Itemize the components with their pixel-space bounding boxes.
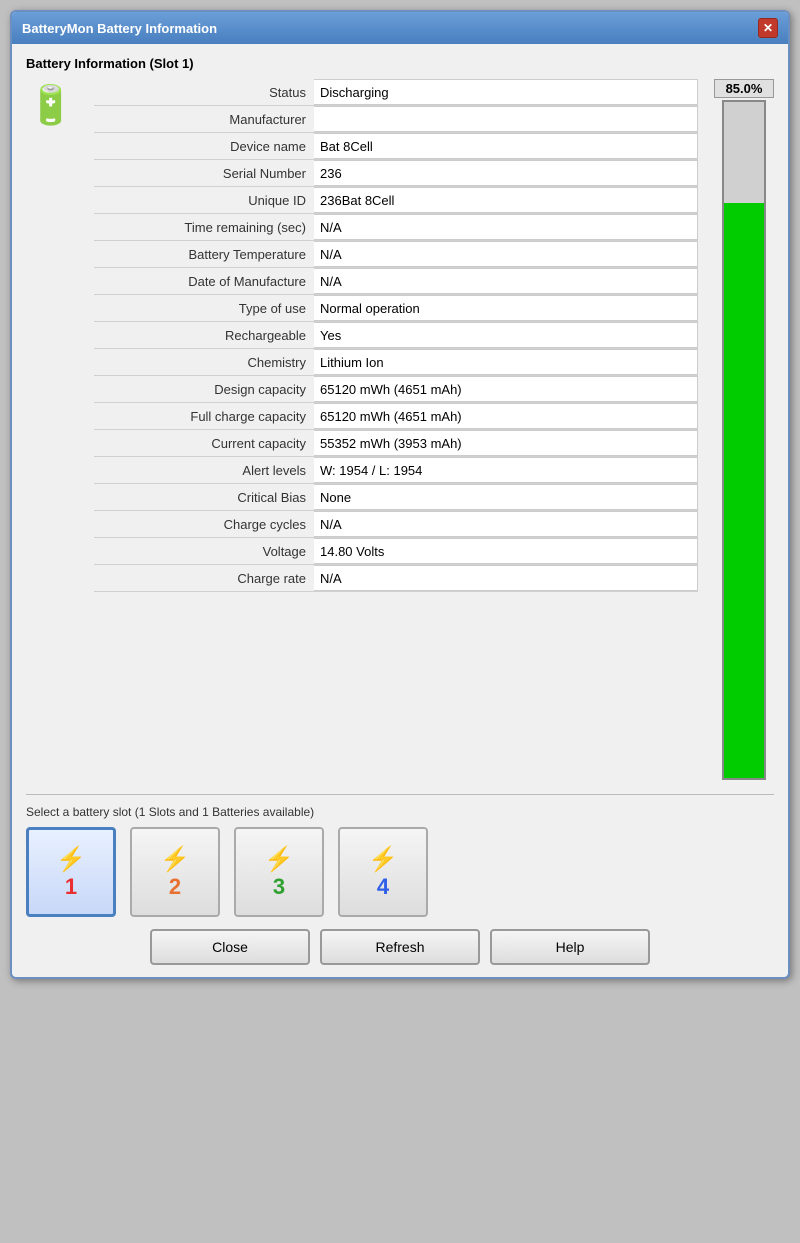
field-label: Serial Number [94, 160, 314, 186]
close-button[interactable]: Close [150, 929, 310, 965]
field-row: Manufacturer [94, 106, 698, 133]
field-row: StatusDischarging [94, 79, 698, 106]
gauge-bar-outer [722, 100, 766, 780]
field-value: 55352 mWh (3953 mAh) [314, 430, 698, 456]
field-label: Charge rate [94, 565, 314, 591]
field-label: Current capacity [94, 430, 314, 456]
field-row: Charge rateN/A [94, 565, 698, 592]
field-value: Bat 8Cell [314, 133, 698, 159]
field-row: Unique ID236Bat 8Cell [94, 187, 698, 214]
field-label: Critical Bias [94, 484, 314, 510]
field-label: Time remaining (sec) [94, 214, 314, 240]
slot-button-4[interactable]: ⚡ 4 [338, 827, 428, 917]
field-value [314, 106, 698, 132]
field-value: 65120 mWh (4651 mAh) [314, 376, 698, 402]
field-label: Manufacturer [94, 106, 314, 132]
help-button[interactable]: Help [490, 929, 650, 965]
field-row: Serial Number236 [94, 160, 698, 187]
gauge-percent: 85.0% [714, 79, 774, 98]
content-area: Battery Information (Slot 1) 🔋 StatusDis… [12, 44, 788, 977]
field-label: Unique ID [94, 187, 314, 213]
field-label: Full charge capacity [94, 403, 314, 429]
field-row: Charge cyclesN/A [94, 511, 698, 538]
field-label: Voltage [94, 538, 314, 564]
field-row: Critical BiasNone [94, 484, 698, 511]
field-row: Battery TemperatureN/A [94, 241, 698, 268]
field-value: N/A [314, 565, 698, 591]
field-value: N/A [314, 511, 698, 537]
field-value: N/A [314, 241, 698, 267]
field-row: Alert levelsW: 1954 / L: 1954 [94, 457, 698, 484]
field-label: Status [94, 79, 314, 105]
field-row: Time remaining (sec)N/A [94, 214, 698, 241]
field-row: Current capacity55352 mWh (3953 mAh) [94, 430, 698, 457]
field-label: Rechargeable [94, 322, 314, 348]
field-label: Chemistry [94, 349, 314, 375]
gauge-bar-fill [724, 203, 764, 778]
field-row: Voltage14.80 Volts [94, 538, 698, 565]
titlebar: BatteryMon Battery Information ✕ [12, 12, 788, 44]
slot-section: Select a battery slot (1 Slots and 1 Bat… [26, 794, 774, 917]
field-value: N/A [314, 214, 698, 240]
slot-button-2[interactable]: ⚡ 2 [130, 827, 220, 917]
fields-area: StatusDischargingManufacturerDevice name… [94, 79, 698, 592]
fields-container: StatusDischargingManufacturerDevice name… [94, 79, 698, 592]
field-value: Lithium Ion [314, 349, 698, 375]
slot-buttons: ⚡ 1 ⚡ 2 ⚡ 3 ⚡ 4 [26, 827, 774, 917]
field-value: 65120 mWh (4651 mAh) [314, 403, 698, 429]
field-row: Device nameBat 8Cell [94, 133, 698, 160]
field-value: 236 [314, 160, 698, 186]
section-title: Battery Information (Slot 1) [26, 56, 774, 71]
field-row: Date of ManufactureN/A [94, 268, 698, 295]
field-value: Yes [314, 322, 698, 348]
field-value: None [314, 484, 698, 510]
field-value: 14.80 Volts [314, 538, 698, 564]
battery-icon-area: 🔋 [26, 79, 86, 131]
field-value: N/A [314, 268, 698, 294]
field-value: 236Bat 8Cell [314, 187, 698, 213]
window-close-button[interactable]: ✕ [758, 18, 778, 38]
field-row: RechargeableYes [94, 322, 698, 349]
field-label: Type of use [94, 295, 314, 321]
field-label: Charge cycles [94, 511, 314, 537]
field-row: ChemistryLithium Ion [94, 349, 698, 376]
field-label: Date of Manufacture [94, 268, 314, 294]
field-value: Discharging [314, 79, 698, 105]
main-window: BatteryMon Battery Information ✕ Battery… [10, 10, 790, 979]
field-value: W: 1954 / L: 1954 [314, 457, 698, 483]
window-title: BatteryMon Battery Information [22, 21, 217, 36]
refresh-button[interactable]: Refresh [320, 929, 480, 965]
field-row: Type of useNormal operation [94, 295, 698, 322]
battery-icon: 🔋 [26, 81, 76, 131]
field-label: Device name [94, 133, 314, 159]
action-buttons: Close Refresh Help [26, 929, 774, 965]
field-label: Battery Temperature [94, 241, 314, 267]
battery-gauge: 85.0% [714, 79, 774, 780]
slot-button-3[interactable]: ⚡ 3 [234, 827, 324, 917]
field-row: Design capacity65120 mWh (4651 mAh) [94, 376, 698, 403]
slot-label: Select a battery slot (1 Slots and 1 Bat… [26, 805, 774, 819]
field-label: Alert levels [94, 457, 314, 483]
field-label: Design capacity [94, 376, 314, 402]
field-value: Normal operation [314, 295, 698, 321]
field-row: Full charge capacity65120 mWh (4651 mAh) [94, 403, 698, 430]
slot-button-1[interactable]: ⚡ 1 [26, 827, 116, 917]
